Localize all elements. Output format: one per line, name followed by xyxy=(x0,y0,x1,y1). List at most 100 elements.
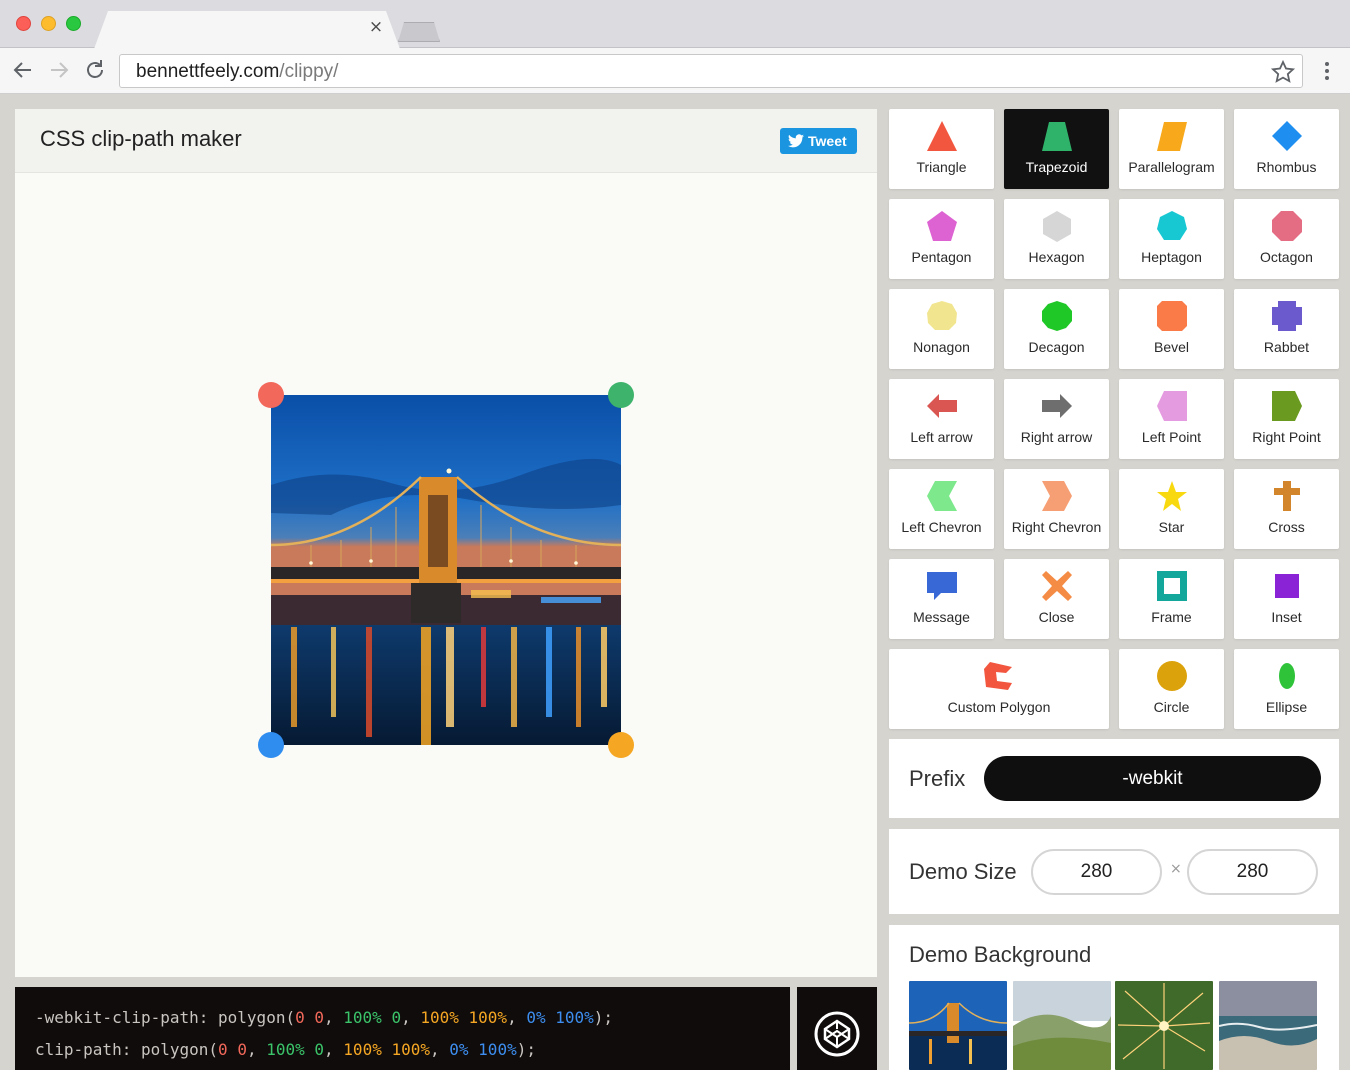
shape-button-ellipse[interactable]: Ellipse xyxy=(1234,649,1339,729)
shape-label: Right arrow xyxy=(1020,429,1093,445)
shape-label: Decagon xyxy=(1028,339,1085,355)
new-tab-button[interactable] xyxy=(398,22,440,42)
demo-background-card: Demo Background xyxy=(889,925,1339,1070)
cross-icon xyxy=(1270,479,1304,513)
parallelogram-icon xyxy=(1155,119,1189,153)
code-tail: ); xyxy=(516,1040,536,1059)
browser-toolbar: bennettfeely.com/clippy/ xyxy=(0,48,1350,94)
shape-label: Parallelogram xyxy=(1128,159,1215,175)
code-line-standard: clip-path: polygon(0 0, 100% 0, 100% 100… xyxy=(35,1040,536,1059)
shape-button-rabbet[interactable]: Rabbet xyxy=(1234,289,1339,369)
hexagon-icon xyxy=(1040,209,1074,243)
code-tail: ); xyxy=(593,1008,614,1027)
shape-label: Close xyxy=(1038,609,1075,625)
handle-bottom-left[interactable] xyxy=(258,732,284,758)
shape-button-left-arrow[interactable]: Left arrow xyxy=(889,379,994,459)
background-thumb-valley[interactable] xyxy=(1013,981,1111,1070)
shape-button-triangle[interactable]: Triangle xyxy=(889,109,994,189)
shape-button-cross[interactable]: Cross xyxy=(1234,469,1339,549)
handle-bottom-right[interactable] xyxy=(608,732,634,758)
reload-icon[interactable] xyxy=(81,56,109,84)
shape-button-parallelogram[interactable]: Parallelogram xyxy=(1119,109,1224,189)
rabbet-icon xyxy=(1270,299,1304,333)
shape-button-circle[interactable]: Circle xyxy=(1119,649,1224,729)
code-point-y: 0 xyxy=(314,1040,325,1059)
shape-button-frame[interactable]: Frame xyxy=(1119,559,1224,639)
forward-arrow-icon[interactable] xyxy=(45,56,73,84)
codepen-button[interactable] xyxy=(797,987,877,1070)
shape-label: Right Point xyxy=(1252,429,1321,445)
star-icon xyxy=(1155,479,1189,513)
back-arrow-icon[interactable] xyxy=(9,56,37,84)
shape-button-rhombus[interactable]: Rhombus xyxy=(1234,109,1339,189)
background-thumb-sea[interactable] xyxy=(1219,981,1317,1070)
address-bar[interactable]: bennettfeely.com/clippy/ xyxy=(119,54,1303,88)
shape-label: Rhombus xyxy=(1256,159,1317,175)
prefix-toggle[interactable]: -webkit xyxy=(984,756,1321,801)
shape-label: Cross xyxy=(1268,519,1305,535)
background-thumb-sparkler[interactable] xyxy=(1115,981,1213,1070)
code-point-y: 100% xyxy=(391,1040,430,1059)
code-point-x: 0% xyxy=(526,1008,546,1027)
window-minimize-button[interactable] xyxy=(41,16,56,31)
shape-label: Rabbet xyxy=(1263,339,1310,355)
browser-chrome: × bennettfeely.com/clippy/ xyxy=(0,0,1350,94)
handle-top-right[interactable] xyxy=(608,382,634,408)
editor-header: CSS clip-path maker Tweet xyxy=(15,109,877,173)
shape-button-right-arrow[interactable]: Right arrow xyxy=(1004,379,1109,459)
handle-top-left[interactable] xyxy=(258,382,284,408)
shape-button-close[interactable]: Close xyxy=(1004,559,1109,639)
shape-button-custom-polygon[interactable]: Custom Polygon xyxy=(889,649,1109,729)
clip-path-editor: CSS clip-path maker Tweet xyxy=(15,109,877,977)
code-output[interactable]: -webkit-clip-path: polygon(0 0, 100% 0, … xyxy=(15,987,790,1070)
shape-button-left-point[interactable]: Left Point xyxy=(1119,379,1224,459)
prefix-label: Prefix xyxy=(909,766,966,791)
code-point-x: 0 xyxy=(218,1040,228,1059)
shape-button-heptagon[interactable]: Heptagon xyxy=(1119,199,1224,279)
code-property: -webkit-clip-path: polygon( xyxy=(35,1008,296,1027)
shape-button-bevel[interactable]: Bevel xyxy=(1119,289,1224,369)
window-close-button[interactable] xyxy=(16,16,31,31)
shape-button-nonagon[interactable]: Nonagon xyxy=(889,289,994,369)
trapezoid-icon xyxy=(1040,119,1074,153)
window-maximize-button[interactable] xyxy=(66,16,81,31)
shape-label: Circle xyxy=(1153,699,1190,715)
bookmark-star-icon[interactable] xyxy=(1270,59,1296,85)
codepen-icon xyxy=(814,1011,860,1057)
shape-label: Left arrow xyxy=(910,429,973,445)
demo-height-input[interactable] xyxy=(1187,849,1318,895)
shape-button-inset[interactable]: Inset xyxy=(1234,559,1339,639)
shape-label: Bevel xyxy=(1153,339,1190,355)
shape-button-left-chevron[interactable]: Left Chevron xyxy=(889,469,994,549)
url-domain: bennettfeely.com xyxy=(136,61,280,82)
code-point-x: 100% xyxy=(343,1040,382,1059)
bevel-icon xyxy=(1155,299,1189,333)
shape-button-message[interactable]: Message xyxy=(889,559,994,639)
shape-button-right-point[interactable]: Right Point xyxy=(1234,379,1339,459)
tweet-button[interactable]: Tweet xyxy=(780,128,857,154)
shape-button-right-chevron[interactable]: Right Chevron xyxy=(1004,469,1109,549)
decagon-icon xyxy=(1040,299,1074,333)
shape-button-trapezoid[interactable]: Trapezoid xyxy=(1004,109,1109,189)
demo-size-label: Demo Size xyxy=(909,859,1017,884)
tab-close-icon[interactable]: × xyxy=(366,17,386,37)
code-line-webkit: -webkit-clip-path: polygon(0 0, 100% 0, … xyxy=(35,1008,614,1027)
background-thumb-bridge[interactable] xyxy=(909,981,1007,1070)
shape-button-pentagon[interactable]: Pentagon xyxy=(889,199,994,279)
shape-button-hexagon[interactable]: Hexagon xyxy=(1004,199,1109,279)
shape-label: Nonagon xyxy=(913,339,970,355)
right-chevron-icon xyxy=(1040,479,1074,513)
shape-label: Message xyxy=(913,609,970,625)
browser-menu-icon[interactable] xyxy=(1316,58,1338,84)
shape-button-star[interactable]: Star xyxy=(1119,469,1224,549)
shape-label: Custom Polygon xyxy=(947,699,1051,715)
shape-button-octagon[interactable]: Octagon xyxy=(1234,199,1339,279)
url-text: bennettfeely.com/clippy/ xyxy=(136,61,338,83)
shape-label: Left Chevron xyxy=(901,519,982,535)
inset-icon xyxy=(1270,569,1304,603)
browser-tab[interactable] xyxy=(94,11,400,49)
code-point-y: 0 xyxy=(391,1008,402,1027)
circle-icon xyxy=(1155,659,1189,693)
demo-width-input[interactable] xyxy=(1031,849,1162,895)
shape-button-decagon[interactable]: Decagon xyxy=(1004,289,1109,369)
